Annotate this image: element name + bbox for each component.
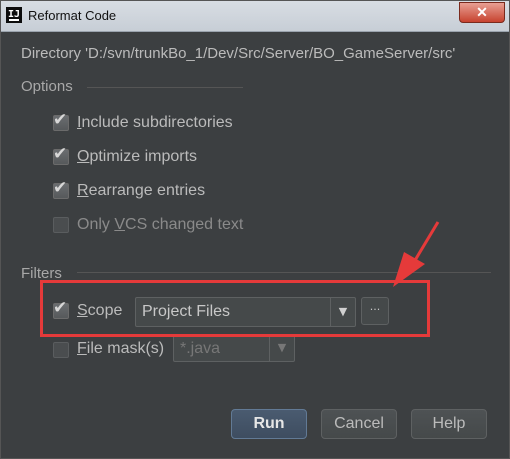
check-icon: ✔ xyxy=(53,144,68,164)
run-button[interactable]: Run xyxy=(231,409,307,439)
title-bar[interactable]: IJ Reformat Code ✕ xyxy=(1,1,509,32)
rearrange-entries-label[interactable]: Rearrange entries xyxy=(77,182,205,200)
check-icon: ✔ xyxy=(53,298,68,318)
label-text: ptimize imports xyxy=(89,148,198,165)
label-text: cope xyxy=(87,302,123,319)
optimize-imports-label[interactable]: Optimize imports xyxy=(77,148,197,166)
help-button[interactable]: Help xyxy=(411,409,487,439)
include-subdirectories-label[interactable]: Include subdirectories xyxy=(77,114,233,132)
label-prefix: Only xyxy=(77,216,115,233)
only-vcs-changed-text-checkbox[interactable] xyxy=(53,217,69,233)
label-text: ile mask(s) xyxy=(86,340,165,357)
scope-browse-button[interactable]: ··· xyxy=(361,297,389,325)
close-button[interactable]: ✕ xyxy=(459,2,505,23)
check-icon: ✔ xyxy=(53,178,68,198)
label-text: earrange entries xyxy=(88,182,206,199)
only-vcs-changed-text-label: Only VCS changed text xyxy=(77,216,243,234)
chevron-down-icon[interactable]: ▼ xyxy=(269,336,294,361)
optimize-imports-checkbox[interactable]: ✔ xyxy=(53,144,69,165)
label-text: nclude subdirectories xyxy=(81,114,233,131)
mnemonic: O xyxy=(77,148,90,165)
file-mask-label[interactable]: File mask(s) xyxy=(77,340,164,358)
file-mask-checkbox[interactable] xyxy=(53,342,69,358)
window-title: Reformat Code xyxy=(28,8,117,23)
intellij-icon: IJ xyxy=(6,7,22,23)
mnemonic: F xyxy=(77,340,87,357)
rearrange-entries-checkbox[interactable]: ✔ xyxy=(53,178,69,199)
file-mask-dropdown[interactable]: *.java ▼ xyxy=(173,335,295,362)
scope-checkbox[interactable]: ✔ xyxy=(53,298,69,319)
check-icon: ✔ xyxy=(53,110,68,130)
reformat-code-dialog: IJ Reformat Code ✕ Directory 'D:/svn/tru… xyxy=(0,0,510,459)
mnemonic: V xyxy=(114,216,126,233)
filters-separator xyxy=(77,272,491,273)
cancel-button[interactable]: Cancel xyxy=(321,409,397,439)
scope-label[interactable]: Scope xyxy=(77,302,122,320)
options-section-title: Options xyxy=(21,78,73,95)
filters-section-title: Filters xyxy=(21,265,62,282)
options-separator xyxy=(87,87,243,88)
scope-selected-value: Project Files xyxy=(142,303,231,320)
mnemonic: S xyxy=(77,302,88,319)
mnemonic: R xyxy=(77,182,89,199)
directory-label: Directory 'D:/svn/trunkBo_1/Dev/Src/Serv… xyxy=(21,45,456,62)
scope-dropdown[interactable]: Project Files ▼ xyxy=(135,297,356,327)
chevron-down-icon[interactable]: ▼ xyxy=(330,298,355,326)
label-text: CS changed text xyxy=(125,216,244,233)
include-subdirectories-checkbox[interactable]: ✔ xyxy=(53,110,69,131)
file-mask-value: *.java xyxy=(180,340,221,357)
